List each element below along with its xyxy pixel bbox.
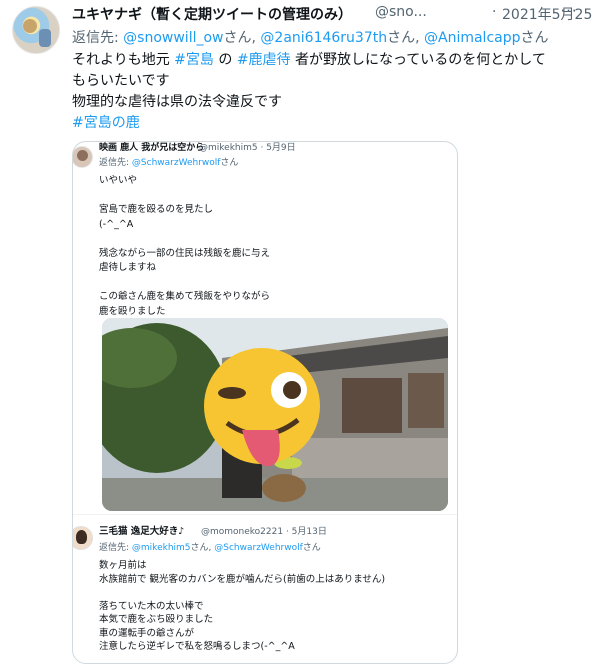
quote-text-line: この爺さん鹿を集めて残飯をやりながら: [99, 291, 271, 302]
quote2-avatar: [73, 526, 93, 550]
quote-text-line: (-^_^A: [99, 218, 134, 230]
tweet-text-line-3: 物理的な虐待は県の法令違反です: [72, 94, 282, 110]
avatar-figure: [23, 19, 37, 33]
quote-text-line: [99, 232, 439, 247]
quote-text-line: 虐待しますね: [99, 262, 157, 273]
avatar[interactable]: [12, 6, 60, 54]
text-segment: の: [213, 52, 237, 68]
tweet-header: ユキヤナギ（暫く定期ツイートの管理のみ） @sno... · 2021年5月25…: [72, 2, 593, 24]
quote2-reply-mid: さん,: [190, 543, 215, 553]
quote2-author-meta: @momoneko2221 · 5月13日: [201, 527, 327, 537]
reply-prefix: 返信先:: [72, 30, 124, 46]
window-2: [408, 373, 444, 428]
quote-reply-line: 返信先: @SchwarzWehrwolfさん: [99, 155, 238, 168]
quote-reply-suffix: さん: [220, 158, 239, 168]
reply-handle-3[interactable]: @Animalcapp: [424, 30, 521, 46]
quote2-reply-handle-1: @mikekhim5: [131, 543, 191, 553]
quote-text-line: 鹿を殴りました: [99, 305, 166, 317]
quote-author-meta: @mikekhim5 · 5月9日: [199, 143, 296, 153]
quote2-text-line: 落ちていた木の太い棒で: [99, 600, 204, 612]
quote-photo[interactable]: [102, 318, 448, 511]
reply-suffix-1: さん,: [223, 30, 261, 46]
reply-suffix-3: さん: [520, 30, 549, 46]
quote2-reply-handle-2: @SchwarzWehrwolf: [214, 543, 303, 553]
quote2-reply-suffix: さん: [302, 543, 321, 553]
text-segment: 者が野放しになっているのを何とかして: [290, 52, 546, 68]
street-photo: [102, 318, 448, 511]
separator: ·: [492, 4, 497, 20]
quote-text-line: いやいや: [99, 175, 138, 186]
handle[interactable]: @sno...: [375, 4, 427, 20]
quote-text-line: 宮島で鹿を殴るのを見たし: [99, 204, 214, 215]
deer: [262, 474, 306, 502]
quote-avatar-figure: [77, 150, 88, 161]
hashtag-miyajima[interactable]: #宮島: [174, 52, 214, 68]
tweet: ユキヤナギ（暫く定期ツイートの管理のみ） @sno... · 2021年5月25…: [0, 0, 593, 664]
window-1: [342, 378, 402, 433]
reply-suffix-2: さん,: [387, 30, 424, 46]
tweet-text: それよりも地元 #宮島 の #鹿虐待 者が野放しになっているのを何とかして もら…: [72, 50, 582, 134]
quote-text-line: [99, 189, 439, 204]
reply-to-line: 返信先: @snowwill_owさん, @2ani6146ru37thさん, …: [72, 27, 549, 47]
quote-text-line: [99, 276, 439, 291]
reply-handle-2[interactable]: @2ani6146ru37th: [260, 30, 387, 46]
quote2-text-line: [99, 586, 439, 600]
quote2-author-name: 三毛猫 逸足大好き♪: [99, 526, 185, 537]
quote2-avatar-figure: [76, 530, 87, 544]
display-name[interactable]: ユキヤナギ（暫く定期ツイートの管理のみ）: [72, 4, 352, 24]
reply-handle-1[interactable]: @snowwill_ow: [123, 30, 223, 46]
tweet-text-line-1: それよりも地元 #宮島 の #鹿虐待 者が野放しになっているのを何とかして: [72, 50, 582, 71]
hashtag-deer-abuse[interactable]: #鹿虐待: [237, 52, 291, 68]
quote2-text: 数ヶ月前は 水族館前で 観光客のカバンを鹿が噛んだら(前歯の上はありません) 落…: [99, 559, 439, 654]
quote2-reply-line: 返信先: @mikekhim5さん, @SchwarzWehrwolfさん: [99, 540, 321, 553]
quoted-screenshot[interactable]: 映画 鹿人 我が兄は空から @mikekhim5 · 5月9日 返信先: @Sc…: [72, 141, 458, 664]
quote-text-line: 残念ながら一部の住民は残飯を鹿に与え: [99, 247, 271, 259]
quote2-text-line: 水族館前で 観光客のカバンを鹿が噛んだら(前歯の上はありません): [99, 573, 386, 585]
quote-text: いやいや 宮島で鹿を殴るのを見たし (-^_^A 残念ながら一部の住民は残飯を鹿…: [99, 174, 439, 319]
quote2-text-line: 注意したら逆ギレで私を怒鳴るしまつ(-^_^A: [99, 641, 295, 652]
quote2-text-line: 数ヶ月前は: [99, 560, 147, 571]
hashtag-miyajima-deer[interactable]: #宮島の鹿: [72, 113, 582, 134]
quote2-text-line: 車の運転手の爺さんが: [99, 627, 195, 639]
quote2-reply-prefix: 返信先:: [99, 543, 132, 553]
quote-reply-handle: @SchwarzWehrwolf: [131, 158, 221, 168]
emoji-pupil: [283, 381, 301, 399]
divider: [73, 514, 457, 515]
quote-author-name: 映画 鹿人 我が兄は空から: [99, 143, 205, 153]
quote2-text-line: 本気で鹿をぶち殴りました: [99, 614, 214, 625]
quote-reply-prefix: 返信先:: [99, 158, 132, 168]
tweet-text-line-2: もらいたいです: [72, 73, 170, 89]
more-options-icon[interactable]: ···: [556, 2, 582, 24]
text-segment: それよりも地元: [72, 52, 175, 68]
quote-avatar: [73, 146, 93, 168]
emoji-wink-eye: [218, 387, 246, 399]
avatar-figure-body: [39, 29, 51, 47]
